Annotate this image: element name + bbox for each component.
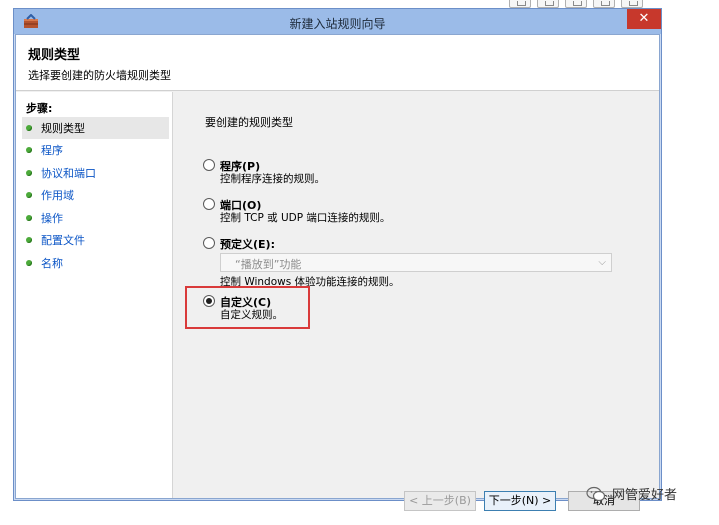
step-bullet-icon	[26, 237, 32, 243]
next-button[interactable]: 下一步(N) >	[484, 491, 556, 511]
step-protocol-port[interactable]: 协议和端口	[22, 162, 169, 184]
chevron-down-icon: ⌵	[598, 257, 606, 268]
title-bar[interactable]: 新建入站规则向导 ✕	[14, 9, 661, 34]
wizard-window: 新建入站规则向导 ✕ 规则类型 选择要创建的防火墙规则类型 步骤: 规则类型 程…	[13, 8, 662, 511]
step-name[interactable]: 名称	[22, 252, 169, 274]
step-bullet-icon	[26, 260, 32, 266]
step-action[interactable]: 操作	[22, 207, 169, 229]
watermark-text: 网管爱好者	[612, 488, 678, 503]
toolbar-button[interactable]	[509, 0, 531, 8]
step-scope[interactable]: 作用域	[22, 184, 169, 206]
header-panel: 规则类型 选择要创建的防火墙规则类型	[16, 35, 659, 91]
toolbar-button[interactable]	[621, 0, 643, 8]
step-label: 名称	[41, 257, 63, 270]
page-subtitle: 选择要创建的防火墙规则类型	[28, 69, 171, 82]
window-title: 新建入站规则向导	[289, 17, 386, 31]
step-label: 程序	[41, 144, 63, 157]
step-program[interactable]: 程序	[22, 139, 169, 161]
option-description: 控制 TCP 或 UDP 端口连接的规则。	[220, 212, 391, 224]
main-panel: 要创建的规则类型 程序(P) 控制程序连接的规则。 端口(O) 控制 TCP 或…	[174, 92, 659, 511]
predefined-rule-select[interactable]: “播放到”功能 ⌵	[220, 253, 612, 272]
step-label: 操作	[41, 212, 63, 225]
step-bullet-icon	[26, 192, 32, 198]
option-description: 控制程序连接的规则。	[220, 173, 325, 185]
step-label: 协议和端口	[41, 167, 96, 180]
select-value: “播放到”功能	[235, 258, 302, 271]
background-toolbar	[509, 0, 643, 8]
toolbar-button[interactable]	[537, 0, 559, 8]
rule-type-prompt: 要创建的规则类型	[205, 116, 293, 129]
toolbar-button[interactable]	[565, 0, 587, 8]
radio-predefined[interactable]	[203, 237, 215, 249]
step-label: 规则类型	[41, 122, 85, 135]
watermark: 网管爱好者	[586, 484, 677, 503]
step-bullet-icon	[26, 147, 32, 153]
step-bullet-icon	[26, 125, 32, 131]
step-bullet-icon	[26, 215, 32, 221]
step-label: 作用域	[41, 189, 74, 202]
wechat-icon	[586, 486, 606, 501]
step-label: 配置文件	[41, 234, 85, 247]
step-bullet-icon	[26, 170, 32, 176]
steps-heading: 步骤:	[26, 102, 53, 115]
radio-port[interactable]	[203, 198, 215, 210]
steps-sidebar: 步骤: 规则类型 程序 协议和端口 作用域 操作 配置文件 名称	[16, 92, 173, 498]
close-button[interactable]: ✕	[627, 9, 661, 29]
step-rule-type[interactable]: 规则类型	[22, 117, 169, 139]
highlight-box	[185, 286, 310, 329]
step-profile[interactable]: 配置文件	[22, 229, 169, 251]
page-title: 规则类型	[28, 48, 81, 63]
option-label: 预定义(E):	[220, 238, 275, 251]
wizard-content: 规则类型 选择要创建的防火墙规则类型 步骤: 规则类型 程序 协议和端口 作用域	[15, 34, 660, 511]
back-button[interactable]: < 上一步(B)	[404, 491, 476, 511]
toolbar-button[interactable]	[593, 0, 615, 8]
radio-program[interactable]	[203, 159, 215, 171]
